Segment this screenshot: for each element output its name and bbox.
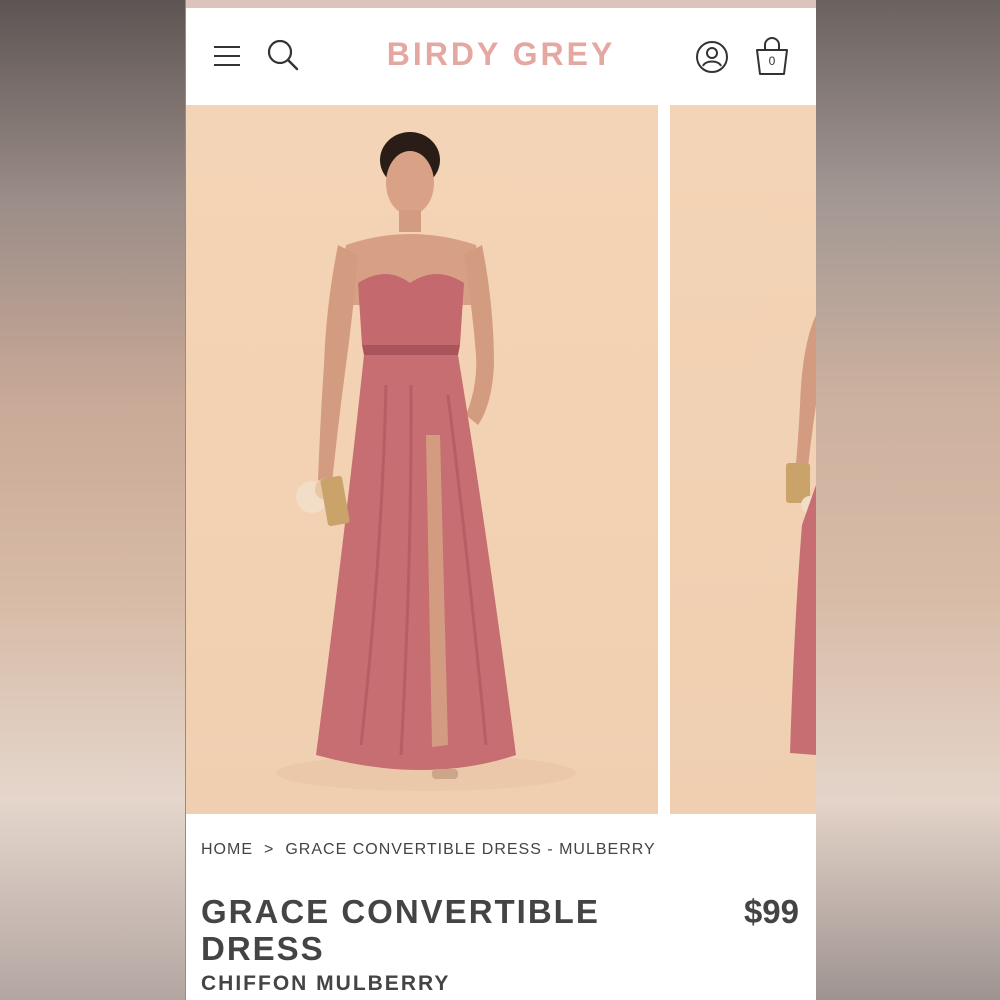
blurred-background-left [0,0,185,1000]
product-title: GRACE CONVERTIBLE DRESS [201,893,600,967]
product-photo-main[interactable] [186,105,658,814]
top-strip [186,0,816,8]
cart-count-badge: 0 [768,54,776,68]
breadcrumb-current: GRACE CONVERTIBLE DRESS - MULBERRY [285,841,656,858]
breadcrumb: HOME > GRACE CONVERTIBLE DRESS - MULBERRY [201,841,656,859]
product-details: HOME > GRACE CONVERTIBLE DRESS - MULBERRY … [186,815,816,1000]
model-partial-illustration [786,315,816,755]
product-image-gallery [186,105,816,815]
mobile-page: BIRDY GREY 0 HOME > GRACE CONVERTIBLE DR… [186,0,816,1000]
product-photo-next[interactable] [670,105,816,814]
shopping-bag-icon[interactable]: 0 [752,36,792,78]
blurred-background-right [815,0,1000,1000]
site-header: BIRDY GREY 0 [186,8,816,105]
model-in-dress-illustration [276,132,576,791]
product-price: $99 [743,893,799,930]
product-subtitle: CHIFFON MULBERRY [201,972,451,995]
breadcrumb-separator: > [264,841,275,858]
user-account-icon[interactable] [694,39,730,75]
breadcrumb-home-link[interactable]: HOME [201,841,253,858]
